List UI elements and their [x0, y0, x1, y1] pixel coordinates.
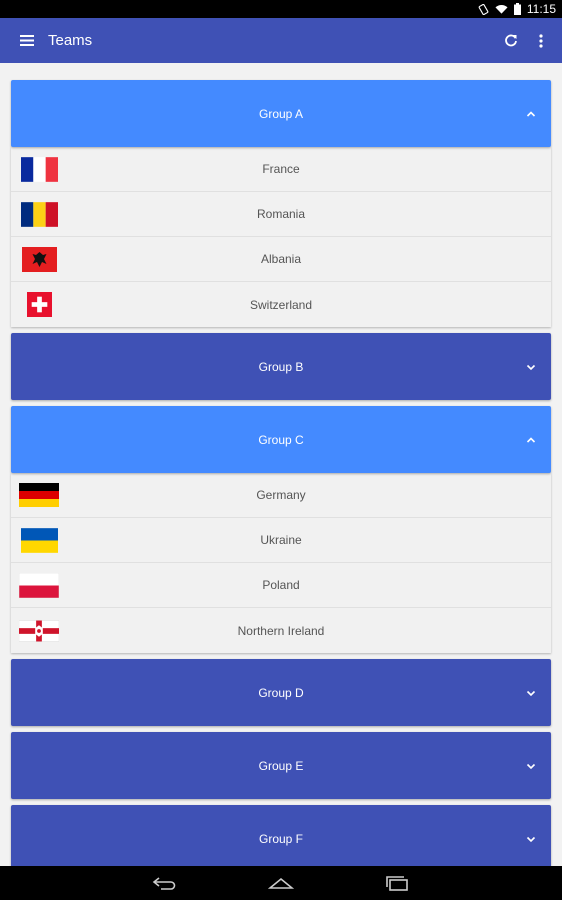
group-b: Group B — [11, 333, 551, 400]
romania-flag-icon — [19, 201, 59, 227]
chevron-down-icon — [526, 690, 536, 696]
group-header-e[interactable]: Group E — [11, 732, 551, 799]
menu-icon — [20, 35, 34, 46]
rotation-icon — [478, 3, 489, 15]
team-name: Poland — [262, 578, 300, 592]
germany-flag-icon — [19, 482, 59, 508]
back-icon — [152, 877, 176, 890]
group-header-f[interactable]: Group F — [11, 805, 551, 866]
group-label: Group A — [258, 106, 304, 121]
recents-icon — [386, 876, 408, 891]
refresh-icon — [505, 34, 517, 46]
chevron-down-icon — [526, 763, 536, 769]
team-name: Albania — [260, 252, 302, 266]
group-f: Group F — [11, 805, 551, 866]
group-header-c[interactable]: Group C — [11, 406, 551, 473]
recents-button[interactable] — [382, 873, 412, 893]
chevron-up-icon — [526, 436, 536, 443]
team-name: France — [262, 162, 300, 176]
teams-content: Group A France Romania Albania Switzerla… — [0, 63, 562, 866]
group-header-a[interactable]: Group A — [11, 80, 551, 147]
chevron-up-icon — [526, 110, 536, 117]
team-name: Romania — [256, 207, 306, 221]
group-label: Group B — [258, 359, 304, 374]
app-bar: Teams — [0, 18, 562, 63]
group-header-d[interactable]: Group D — [11, 659, 551, 726]
team-name: Germany — [256, 488, 306, 502]
group-e: Group E — [11, 732, 551, 799]
list-item[interactable]: Germany — [11, 473, 551, 518]
team-name: Northern Ireland — [237, 623, 325, 638]
ukraine-flag-icon — [19, 527, 59, 553]
switzerland-flag-icon — [19, 292, 59, 318]
list-item[interactable]: Switzerland — [11, 282, 551, 327]
france-flag-icon — [19, 156, 59, 182]
status-time: 11:15 — [526, 2, 556, 16]
team-name: Ukraine — [260, 533, 302, 547]
team-name: Switzerland — [249, 297, 313, 312]
navigation-bar — [0, 866, 562, 900]
chevron-down-icon — [526, 836, 536, 842]
team-list-a: France Romania Albania Switzerland — [11, 147, 551, 327]
back-button[interactable] — [150, 873, 180, 893]
list-item[interactable]: Romania — [11, 192, 551, 237]
group-d: Group D — [11, 659, 551, 726]
more-options-button[interactable] — [528, 28, 554, 54]
group-label: Group D — [258, 685, 304, 700]
list-item[interactable]: Albania — [11, 237, 551, 282]
albania-flag-icon — [19, 246, 59, 272]
battery-icon — [513, 3, 521, 15]
group-label: Group E — [258, 758, 304, 773]
status-bar: 11:15 — [0, 0, 562, 18]
group-c: Group C Germany Ukraine Poland Northern … — [11, 406, 551, 653]
home-icon — [268, 877, 294, 889]
northern-ireland-flag-icon — [19, 618, 59, 644]
group-a: Group A France Romania Albania Switzerla… — [11, 80, 551, 327]
refresh-button[interactable] — [498, 28, 524, 54]
team-list-c: Germany Ukraine Poland Northern Ireland — [11, 473, 551, 653]
more-vert-icon — [539, 33, 543, 48]
group-label: Group F — [258, 831, 303, 846]
group-header-b[interactable]: Group B — [11, 333, 551, 400]
list-item[interactable]: Ukraine — [11, 518, 551, 563]
list-item[interactable]: Poland — [11, 563, 551, 608]
poland-flag-icon — [19, 572, 59, 598]
group-label: Group C — [258, 432, 304, 447]
chevron-down-icon — [526, 364, 536, 370]
list-item[interactable]: France — [11, 147, 551, 192]
menu-button[interactable] — [14, 28, 40, 54]
app-title: Teams — [48, 32, 93, 49]
home-button[interactable] — [266, 873, 296, 893]
list-item[interactable]: Northern Ireland — [11, 608, 551, 653]
wifi-icon — [495, 4, 508, 14]
